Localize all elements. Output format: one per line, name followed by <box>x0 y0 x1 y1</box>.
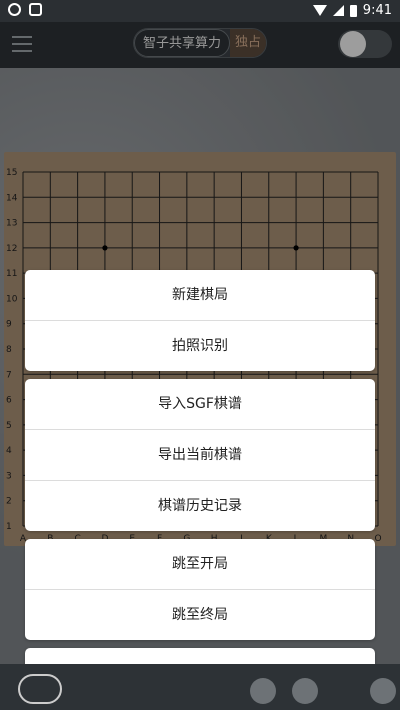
status-bar: 9:41 <box>0 0 400 22</box>
import-sgf-button[interactable]: 导入SGF棋谱 <box>25 379 375 430</box>
bottom-left-button[interactable] <box>18 674 62 704</box>
status-time: 9:41 <box>362 3 392 18</box>
export-sgf-button[interactable]: 导出当前棋谱 <box>25 430 375 481</box>
jump-start-button[interactable]: 跳至开局 <box>25 539 375 590</box>
bottom-control-1[interactable] <box>250 678 276 704</box>
menu-group-sgf: 导入SGF棋谱 导出当前棋谱 棋谱历史记录 <box>25 379 375 531</box>
signal-icon <box>332 5 344 16</box>
app-notification-icon <box>29 3 42 16</box>
bottom-bar <box>0 664 400 710</box>
bottom-control-3[interactable] <box>370 678 396 704</box>
notification-icon <box>8 3 21 16</box>
bottom-control-2[interactable] <box>292 678 318 704</box>
wifi-icon <box>312 5 327 16</box>
jump-end-button[interactable]: 跳至终局 <box>25 590 375 640</box>
sgf-history-button[interactable]: 棋谱历史记录 <box>25 481 375 531</box>
menu-group-jump: 跳至开局 跳至终局 <box>25 539 375 640</box>
menu-group-game: 新建棋局 拍照识别 <box>25 270 375 371</box>
new-game-button[interactable]: 新建棋局 <box>25 270 375 321</box>
photo-recognize-button[interactable]: 拍照识别 <box>25 321 375 371</box>
battery-icon <box>349 4 357 17</box>
